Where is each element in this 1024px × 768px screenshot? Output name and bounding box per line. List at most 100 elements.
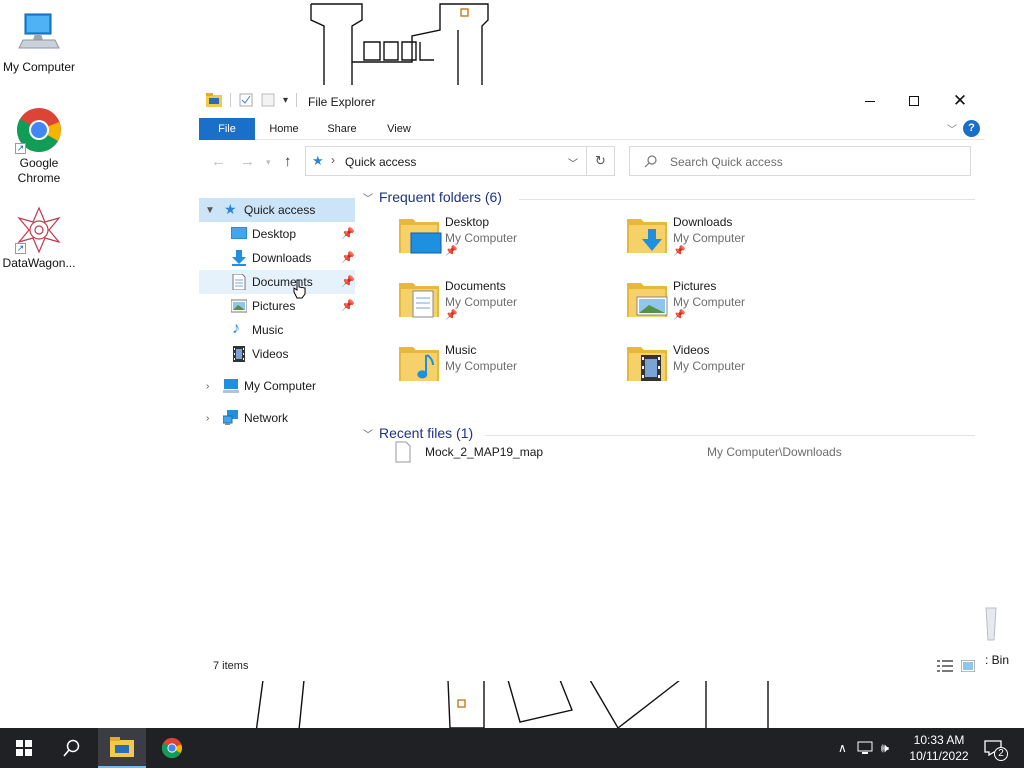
pictures-icon [231, 299, 247, 313]
nav-item-videos[interactable]: Videos [199, 342, 355, 366]
minimize-icon [865, 100, 875, 102]
clock-time: 10:33 AM [913, 733, 965, 747]
tab-view[interactable]: View [381, 118, 417, 140]
desktop-icon-google-chrome[interactable]: ↗ Google Chrome [0, 106, 78, 186]
pin-icon: 📌 [341, 228, 355, 240]
expand-ribbon-icon[interactable]: ﹀ [947, 121, 957, 136]
refresh-button[interactable]: ↻ [587, 146, 615, 176]
close-button[interactable]: ✕ [937, 85, 983, 117]
folder-tile-downloads[interactable]: Downloads My Computer 📌 [627, 211, 847, 267]
details-view-icon[interactable] [937, 660, 953, 672]
pin-icon: 📌 [673, 310, 686, 321]
nav-item-network[interactable]: › Network [199, 406, 355, 430]
file-explorer-window: ▾ File Explorer ✕ File Home Share View ﹀… [199, 85, 985, 681]
frequent-folders-header[interactable]: ﹀ Frequent folders (6) [363, 189, 502, 205]
list-item-recent-file[interactable]: Mock_2_MAP19_map My Computer\Downloads [395, 441, 955, 463]
customize-toolbar-icon[interactable]: ▾ [283, 95, 288, 106]
chrome-icon [161, 737, 183, 759]
tab-share[interactable]: Share [323, 118, 361, 140]
nav-item-label: Music [252, 323, 284, 337]
nav-item-quick-access[interactable]: ▼ ★ Quick access [199, 198, 355, 222]
folder-location: My Computer [445, 359, 518, 373]
folder-tile-music[interactable]: Music My Computer [399, 339, 619, 395]
new-folder-icon[interactable] [261, 93, 275, 107]
recent-locations-chevron-icon[interactable]: ▾ [266, 157, 271, 168]
nav-item-downloads[interactable]: Downloads 📌 [199, 246, 355, 270]
taskbar-file-explorer[interactable] [98, 728, 146, 768]
title-bar: ▾ File Explorer ✕ [199, 85, 985, 117]
pin-icon: 📌 [341, 252, 355, 264]
search-taskbar-button[interactable] [48, 728, 96, 768]
breadcrumb[interactable]: Quick access [345, 155, 416, 169]
address-dropdown-chevron-icon[interactable]: ﹀ [568, 155, 578, 170]
desktop-icon-datawagon[interactable]: ↗ DataWagon... [0, 206, 78, 271]
forward-arrow-icon[interactable]: → [240, 153, 255, 170]
taskbar-clock[interactable]: 10:33 AM 10/11/2022 [904, 732, 974, 764]
nav-item-pictures[interactable]: Pictures 📌 [199, 294, 355, 318]
chrome-icon: ↗ [15, 106, 63, 154]
group-title: Recent files (1) [379, 425, 474, 441]
recent-files-header[interactable]: ﹀ Recent files (1) [363, 425, 473, 441]
folder-tile-documents[interactable]: Documents My Computer 📌 [399, 275, 619, 331]
pin-icon: 📌 [445, 246, 458, 257]
nav-item-label: Videos [252, 347, 289, 361]
ribbon-tabs: File Home Share View ﹀ ? [199, 118, 985, 140]
quick-access-star-icon: ★ [224, 201, 237, 217]
desktop-icon-label: Google Chrome [17, 156, 61, 185]
folder-tile-pictures[interactable]: Pictures My Computer 📌 [627, 275, 847, 331]
desktop-icon-label: : Bin [985, 653, 1010, 667]
search-icon [644, 155, 657, 168]
folder-name: Desktop [445, 215, 490, 229]
close-icon: ✕ [952, 91, 968, 110]
file-location: My Computer\Downloads [707, 445, 842, 459]
nav-item-desktop[interactable]: Desktop 📌 [199, 222, 355, 246]
search-icon [63, 739, 80, 757]
large-icons-view-icon[interactable] [961, 660, 975, 672]
folder-name: Documents [445, 279, 506, 293]
computer-icon [15, 10, 63, 58]
shortcut-arrow-icon: ↗ [15, 143, 26, 154]
tab-file[interactable]: File [199, 118, 255, 140]
expand-chevron-icon[interactable]: › [206, 413, 209, 424]
address-row: ← → ▾ ↑ ★ › Quick access ﹀ ↻ Search Quic… [199, 145, 985, 177]
properties-icon[interactable] [239, 93, 253, 107]
nav-item-documents[interactable]: Documents 📌 [199, 270, 355, 294]
group-title: Frequent folders (6) [379, 189, 502, 205]
quick-access-toolbar: ▾ [206, 93, 298, 107]
help-icon[interactable]: ? [963, 120, 980, 137]
quick-access-star-icon: ★ [312, 153, 324, 168]
search-input[interactable]: Search Quick access [629, 146, 971, 176]
minimize-button[interactable] [847, 85, 893, 117]
notification-count-badge: 2 [994, 747, 1008, 761]
folder-tile-videos[interactable]: Videos My Computer [627, 339, 847, 395]
maximize-button[interactable] [891, 85, 937, 117]
windows-logo-icon [16, 740, 32, 756]
show-hidden-icons-chevron-icon[interactable]: ∧ [838, 741, 847, 755]
up-arrow-icon[interactable]: ↑ [284, 153, 292, 170]
nav-item-my-computer[interactable]: › My Computer [199, 374, 355, 398]
collapse-group-chevron-icon: ﹀ [363, 429, 373, 441]
downloads-icon [232, 250, 246, 266]
desktop-icon-label: My Computer [2, 60, 76, 74]
address-bar[interactable]: ★ › Quick access ﹀ [305, 146, 587, 176]
window-title: File Explorer [308, 95, 376, 109]
taskbar-google-chrome[interactable] [148, 728, 196, 768]
start-button[interactable] [0, 728, 48, 768]
file-explorer-icon [110, 737, 134, 757]
collapse-group-chevron-icon: ﹀ [363, 193, 373, 205]
computer-icon [223, 379, 239, 393]
mouse-cursor-icon [293, 279, 306, 299]
volume-icon[interactable]: 🕪 [881, 740, 889, 756]
network-tray-icon[interactable] [857, 741, 873, 755]
notification-center-button[interactable]: 2 [980, 728, 1024, 768]
expand-chevron-icon[interactable]: › [206, 381, 209, 392]
nav-item-music[interactable]: ♪ Music [199, 318, 355, 342]
desktop-icon-my-computer[interactable]: My Computer [0, 10, 78, 75]
nav-item-label: Desktop [252, 227, 297, 241]
clock-date: 10/11/2022 [909, 749, 969, 763]
tab-home[interactable]: Home [265, 118, 303, 140]
folder-tile-desktop[interactable]: Desktop My Computer 📌 [399, 211, 619, 267]
refresh-icon: ↻ [595, 153, 606, 168]
collapse-chevron-icon[interactable]: ▼ [205, 205, 215, 216]
back-arrow-icon[interactable]: ← [211, 153, 226, 170]
